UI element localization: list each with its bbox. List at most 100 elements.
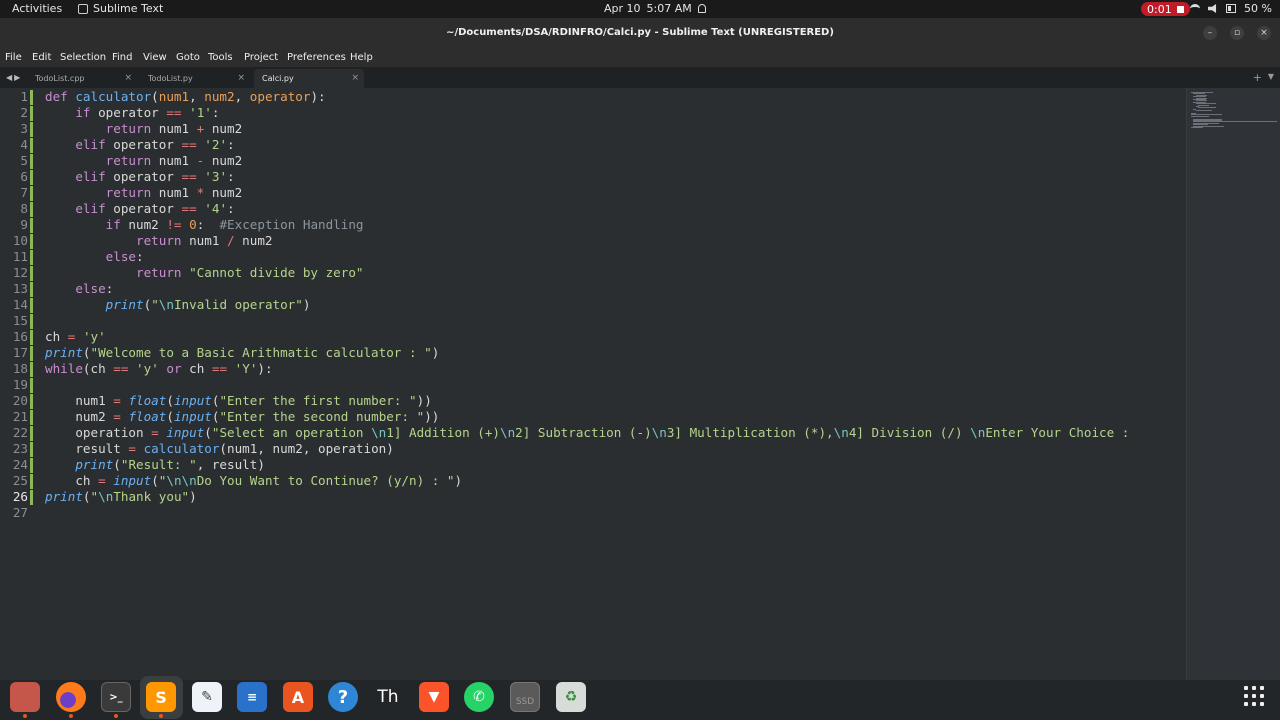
tab-close-icon[interactable]: ×: [124, 73, 132, 83]
window-title-bar[interactable]: ~/Documents/DSA/RDINFRO/Calci.py - Subli…: [0, 18, 1280, 48]
menu-view[interactable]: View: [143, 52, 167, 63]
ssd-drive-icon[interactable]: SSD: [510, 682, 540, 712]
code-line[interactable]: return num1 - num2: [45, 153, 243, 169]
tab-list-dropdown-icon[interactable]: ▼: [1268, 72, 1274, 81]
code-token: ):: [257, 361, 273, 376]
modified-line-marker: [30, 378, 33, 393]
firefox-icon[interactable]: [56, 682, 86, 712]
code-line[interactable]: print("Welcome to a Basic Arithmatic cal…: [45, 345, 439, 361]
libreoffice-writer-icon[interactable]: ≡: [237, 682, 267, 712]
menu-file[interactable]: File: [5, 52, 22, 63]
modified-line-marker: [30, 202, 33, 217]
maximize-icon[interactable]: ▫: [1230, 26, 1244, 40]
modified-line-marker: [30, 426, 33, 441]
menu-help[interactable]: Help: [350, 52, 373, 63]
minimap[interactable]: [1186, 88, 1280, 680]
code-line[interactable]: if operator == '1':: [45, 105, 219, 121]
software-center-icon[interactable]: A: [283, 682, 313, 712]
code-line[interactable]: elif operator == '3':: [45, 169, 234, 185]
code-token: "Enter the first number: ": [219, 393, 417, 408]
tab-todolist-cpp[interactable]: TodoList.cpp ×: [27, 69, 137, 88]
code-token: operator: [105, 169, 182, 184]
code-line[interactable]: elif operator == '4':: [45, 201, 234, 217]
code-token: '2': [204, 137, 228, 152]
menu-project[interactable]: Project: [244, 52, 278, 63]
modified-line-marker: [30, 250, 33, 265]
tab-navigation-arrows-icon[interactable]: ◀▶: [6, 73, 22, 82]
code-line[interactable]: return "Cannot divide by zero": [45, 265, 363, 281]
new-tab-icon[interactable]: +: [1253, 71, 1262, 84]
code-line[interactable]: return num1 + num2: [45, 121, 243, 137]
modified-line-marker: [30, 186, 33, 201]
sublime-text-icon[interactable]: S: [146, 682, 176, 712]
system-status-area[interactable]: 50 %: [1190, 2, 1272, 15]
minimize-icon[interactable]: –: [1203, 26, 1217, 40]
screen-recording-indicator[interactable]: 0:01: [1141, 2, 1190, 16]
code-line[interactable]: result = calculator(num1, num2, operatio…: [45, 441, 393, 457]
menu-preferences[interactable]: Preferences: [287, 52, 346, 63]
terminal-icon[interactable]: >_: [101, 682, 131, 712]
code-token: 4] Division (/): [848, 425, 971, 440]
code-line[interactable]: ch = 'y': [45, 329, 106, 345]
clock[interactable]: Apr 10 5:07 AM: [604, 2, 706, 15]
code-line[interactable]: print("\nThank you"): [45, 489, 197, 505]
code-line[interactable]: num2 = float(input("Enter the second num…: [45, 409, 439, 425]
code-line[interactable]: else:: [45, 249, 144, 265]
code-token: if: [105, 217, 121, 232]
code-token: (: [151, 89, 159, 104]
code-token: else: [105, 249, 137, 264]
code-token: ch: [181, 361, 212, 376]
menu-find[interactable]: Find: [112, 52, 133, 63]
menu-goto[interactable]: Goto: [176, 52, 200, 63]
menu-tools[interactable]: Tools: [208, 52, 233, 63]
code-line[interactable]: while(ch == 'y' or ch == 'Y'):: [45, 361, 273, 377]
minimap-line: [1191, 115, 1209, 117]
close-icon[interactable]: ×: [1257, 26, 1271, 40]
line-number: 26: [12, 489, 28, 504]
code-area[interactable]: def calculator(num1, num2, operator): if…: [45, 88, 1186, 680]
code-token: =: [98, 473, 106, 488]
volume-icon: [1208, 4, 1217, 13]
code-line[interactable]: else:: [45, 281, 113, 297]
show-applications-icon[interactable]: [1244, 686, 1264, 706]
activities-button[interactable]: Activities: [12, 2, 62, 15]
tab-close-icon[interactable]: ×: [351, 73, 359, 83]
menu-edit[interactable]: Edit: [32, 52, 51, 63]
modified-line-marker: [30, 458, 33, 473]
recording-time: 0:01: [1147, 2, 1172, 16]
help-icon[interactable]: ?: [328, 682, 358, 712]
code-line[interactable]: def calculator(num1, num2, operator):: [45, 89, 326, 105]
code-line[interactable]: operation = input("Select an operation \…: [45, 425, 1129, 441]
menu-selection[interactable]: Selection: [60, 52, 106, 63]
running-indicator: [114, 714, 118, 718]
code-line[interactable]: num1 = float(input("Enter the first numb…: [45, 393, 431, 409]
minimap-line: [1191, 127, 1203, 128]
running-indicator: [159, 714, 163, 718]
code-line[interactable]: ch = input("\n\nDo You Want to Continue?…: [45, 473, 462, 489]
code-token: ==: [181, 201, 197, 216]
app-menu[interactable]: Sublime Text: [78, 2, 163, 15]
trash-icon[interactable]: ♻: [556, 682, 586, 712]
code-line[interactable]: return num1 * num2: [45, 185, 243, 201]
text-editor-icon[interactable]: ✎: [192, 682, 222, 712]
typography-icon[interactable]: Th: [373, 682, 403, 712]
modified-line-marker: [30, 410, 33, 425]
brave-browser-icon[interactable]: ▼: [419, 682, 449, 712]
code-line[interactable]: print("\nInvalid operator"): [45, 297, 311, 313]
tab-close-icon[interactable]: ×: [237, 73, 245, 83]
code-line[interactable]: if num2 != 0: #Exception Handling: [45, 217, 364, 233]
code-line[interactable]: elif operator == '2':: [45, 137, 234, 153]
code-line[interactable]: print("Result: ", result): [45, 457, 265, 473]
whatsapp-icon[interactable]: ✆: [464, 682, 494, 712]
tab-calci-py[interactable]: Calci.py ×: [254, 69, 364, 88]
code-editor[interactable]: 1 2 3 4 5 6 7 8 9 10 11 12 13 14 15 16 17 18 19 20 21 22 23 24 2…: [0, 88, 1280, 680]
battery-icon: [1226, 4, 1237, 13]
code-line[interactable]: return num1 / num2: [45, 233, 273, 249]
files-icon[interactable]: [10, 682, 40, 712]
tab-todolist-py[interactable]: TodoList.py ×: [140, 69, 250, 88]
code-token: ==: [181, 169, 197, 184]
